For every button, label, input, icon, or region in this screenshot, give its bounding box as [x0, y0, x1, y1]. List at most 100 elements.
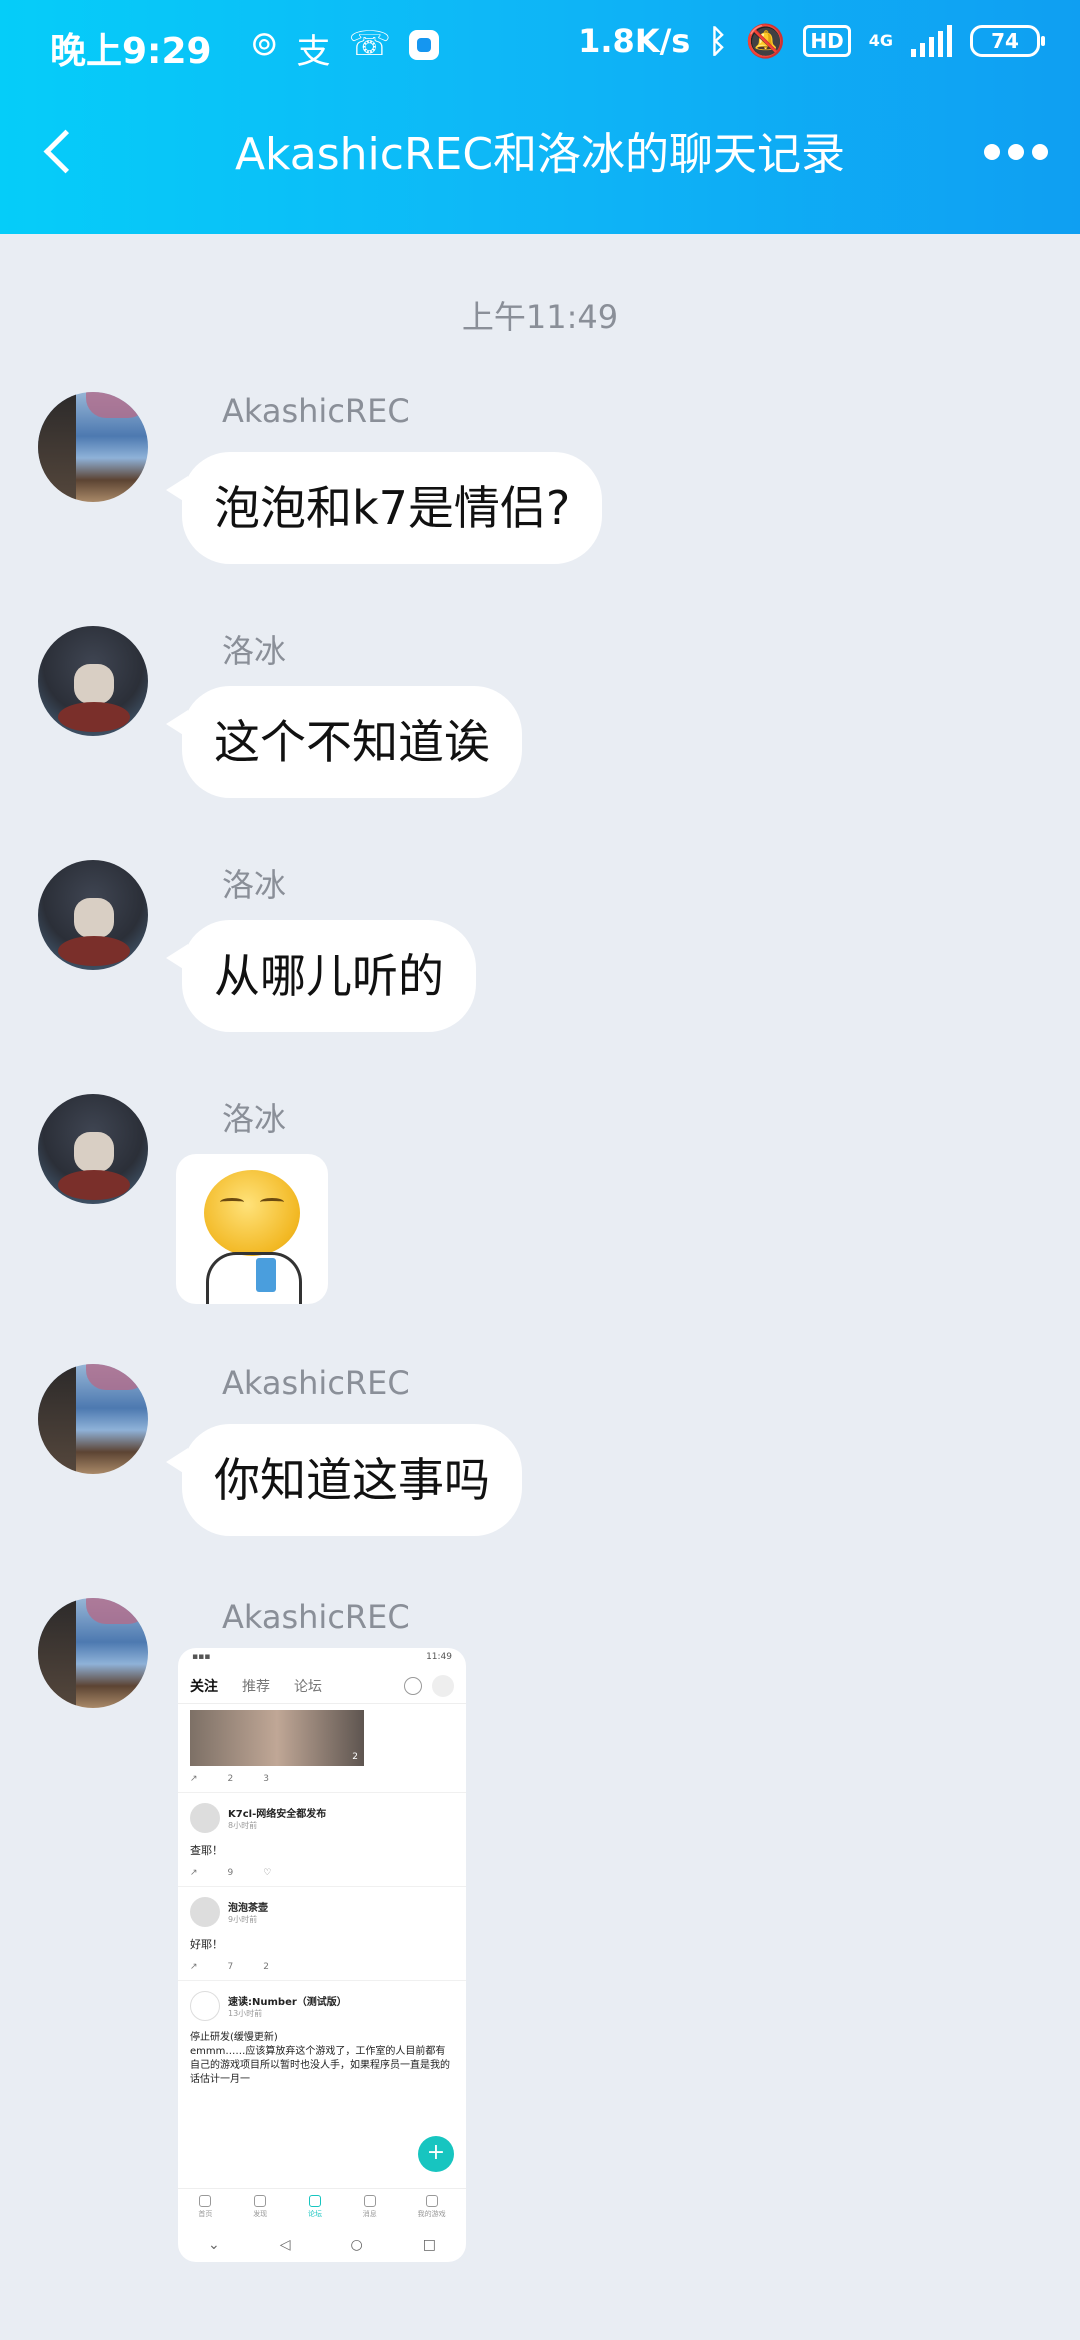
network-speed: 1.8K/s	[578, 22, 691, 60]
shot-post-body: 停止研发(缓慢更新) emmm……应该算放弃这个游戏了，工作室的人目前都有自己的…	[190, 2032, 450, 2085]
shot-post: 速读:Number（测试版） 13小时前 停止研发(缓慢更新) emmm……应该…	[178, 1981, 466, 2097]
shot-post-author: K7cl-网络安全都发布	[228, 1809, 327, 1820]
hd-icon: HD	[803, 25, 851, 57]
gamepad-icon	[425, 2195, 438, 2207]
shot-status-bar: ▪▪▪ 11:49	[178, 1648, 466, 1668]
avatar-akashicrec[interactable]	[38, 1598, 148, 1708]
shot-post-head: 泡泡茶壶 9小时前	[190, 1897, 454, 1927]
message-bubble[interactable]: 从哪儿听的	[166, 920, 476, 1032]
more-dot-icon	[984, 144, 1000, 160]
screenshot-image[interactable]: ▪▪▪ 11:49 关注 推荐 论坛 2 ↗ 2 3 K7cl-网络安全都发布 …	[178, 1648, 466, 2262]
avatar-akashicrec[interactable]	[38, 1364, 148, 1474]
sticker-body	[206, 1252, 302, 1304]
shot-post-meta: K7cl-网络安全都发布 8小时前	[228, 1805, 326, 1831]
shot-post-time: 9小时前	[228, 1915, 258, 1924]
more-dot-icon	[1008, 144, 1024, 160]
shot-tab-follow: 关注	[190, 1678, 218, 1695]
avatar-luobing[interactable]	[38, 860, 148, 970]
shot-post-image: 2	[190, 1710, 364, 1766]
bell-icon	[363, 2195, 376, 2207]
message-bubble[interactable]: 泡泡和k7是情侣?	[165, 452, 603, 564]
more-options-button[interactable]	[984, 144, 1048, 160]
shot-comment-count: 2	[227, 1774, 234, 1784]
sender-name: 洛冰	[222, 866, 287, 904]
bluetooth-icon: ᛒ	[708, 22, 728, 60]
shot-post-actions: ↗ 7 2	[190, 1958, 454, 1976]
shot-recents-icon: □	[422, 2237, 436, 2253]
header: 晚上9:29 ⊚ 支 ☏ 1.8K/s ᛒ 🔕 HD 4G 74 Akashic…	[0, 0, 1080, 234]
shot-comment-count: 7	[227, 1962, 234, 1972]
shot-tab-bar: 关注 推荐 论坛	[178, 1668, 466, 1704]
sender-name: 洛冰	[222, 632, 287, 670]
shot-bottom-nav: 首页 发现 论坛 消息 我的游戏	[178, 2188, 466, 2228]
page-title: AkashicREC和洛冰的聊天记录	[234, 129, 846, 180]
shot-nav-label: 论坛	[307, 2210, 322, 2218]
shot-post-body: 查耶！	[190, 1844, 223, 1857]
shot-avatar	[190, 1991, 220, 2021]
shot-post-time: 13小时前	[228, 2009, 263, 2018]
shot-post-head: K7cl-网络安全都发布 8小时前	[190, 1803, 454, 1833]
shot-like-icon: ♡	[263, 1868, 272, 1878]
shot-nav-forum: 论坛	[308, 2195, 322, 2228]
avatar-luobing[interactable]	[38, 626, 148, 736]
sender-name: AkashicREC	[222, 392, 410, 430]
shot-avatar	[190, 1897, 220, 1927]
status-right: 1.8K/s ᛒ 🔕 HD 4G 74	[578, 22, 1045, 60]
shot-back-icon: ◁	[279, 2237, 291, 2253]
shot-menu-icon: ⌄	[208, 2237, 220, 2253]
missed-call-icon: ☏	[348, 24, 392, 64]
forum-icon	[308, 2195, 321, 2207]
shot-post: K7cl-网络安全都发布 8小时前 查耶！ ↗ 9 ♡	[178, 1793, 466, 1887]
shot-comment-count: 9	[227, 1868, 234, 1878]
sender-name: AkashicREC	[222, 1598, 410, 1636]
shot-nav-messages: 消息	[363, 2195, 377, 2228]
shot-nav-discover: 发现	[253, 2195, 267, 2228]
shot-post-time: 8小时前	[228, 1821, 258, 1830]
shot-avatar	[190, 1803, 220, 1833]
app-icon	[409, 30, 440, 60]
shot-tab-forum: 论坛	[294, 1678, 322, 1695]
smiling-face-icon	[204, 1170, 300, 1256]
shot-download-icon	[432, 1674, 454, 1697]
alipay-icon: 支	[296, 32, 331, 72]
shot-home-icon: ○	[350, 2237, 363, 2253]
shot-post-actions: ↗ 2 3	[178, 1766, 466, 1793]
shot-nav-label: 我的游戏	[417, 2210, 446, 2218]
sticker-eye	[220, 1198, 244, 1206]
chat-timestamp: 上午11:49	[461, 298, 619, 336]
avatar-akashicrec[interactable]	[38, 392, 148, 502]
battery-icon: 74	[970, 25, 1045, 57]
sticker-eye	[260, 1198, 284, 1206]
shot-system-nav: ⌄ ◁ ○ □	[178, 2228, 466, 2262]
shot-search-icon	[404, 1676, 422, 1695]
sender-name: 洛冰	[222, 1100, 287, 1138]
shot-post-head: 速读:Number（测试版） 13小时前	[190, 1991, 454, 2021]
home-icon	[199, 2195, 212, 2207]
shot-like-count: 2	[263, 1962, 270, 1972]
app-notification-icon: ⊚	[250, 24, 279, 64]
drink-cup-icon	[256, 1258, 276, 1292]
nav-bar: AkashicREC和洛冰的聊天记录	[0, 90, 1080, 234]
message-bubble[interactable]: 你知道这事吗	[166, 1424, 522, 1536]
network-type: 4G	[868, 31, 893, 50]
notification-icons: ⊚ 支 ☏	[250, 24, 440, 73]
shot-post-actions: ↗ 9 ♡	[190, 1864, 454, 1882]
message-bubble[interactable]: 这个不知道诶	[166, 686, 522, 798]
shot-post-meta: 泡泡茶壶 9小时前	[228, 1899, 268, 1925]
shot-image-count: 2	[352, 1752, 358, 1762]
more-dot-icon	[1032, 144, 1048, 160]
shot-nav-label: 首页	[198, 2210, 213, 2218]
shot-like-count: 3	[263, 1774, 270, 1784]
sender-name: AkashicREC	[222, 1364, 410, 1402]
status-bar: 晚上9:29 ⊚ 支 ☏ 1.8K/s ᛒ 🔕 HD 4G 74	[0, 0, 1080, 90]
shot-nav-home: 首页	[198, 2195, 212, 2228]
status-time: 晚上9:29	[50, 31, 212, 72]
shot-post: 泡泡茶壶 9小时前 好耶！ ↗ 7 2	[178, 1887, 466, 1981]
shot-share-icon: ↗	[190, 1868, 198, 1878]
shot-nav-label: 发现	[253, 2210, 268, 2218]
shot-share-icon: ↗	[190, 1962, 198, 1972]
shot-nav-mygames: 我的游戏	[418, 2195, 446, 2228]
avatar-luobing[interactable]	[38, 1094, 148, 1204]
sticker-image[interactable]	[176, 1154, 328, 1304]
signal-icon	[911, 25, 952, 57]
